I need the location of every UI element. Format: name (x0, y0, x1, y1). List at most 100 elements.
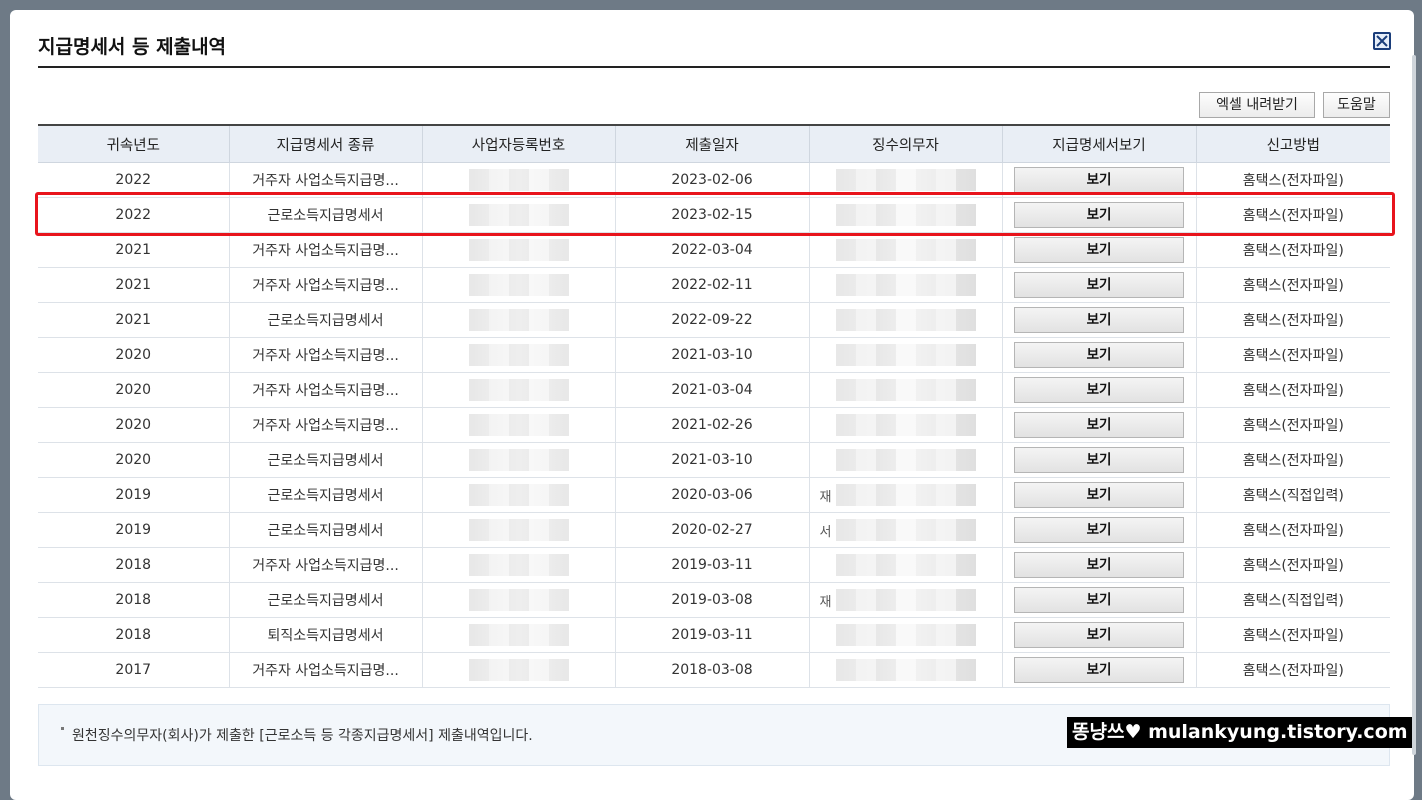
cell-payer (808, 267, 1002, 303)
cell-date: 2021-02-26 (614, 407, 809, 443)
cell-view: 보기 (1001, 302, 1196, 338)
redacted-payer (835, 239, 976, 261)
cell-biz-no (421, 267, 615, 303)
header-payer[interactable]: 징수의무자 (808, 124, 1002, 163)
cell-year: 2020 (38, 372, 229, 408)
view-button[interactable]: 보기 (1014, 307, 1184, 333)
redacted-biz-no (468, 589, 569, 611)
cell-year: 2018 (38, 617, 229, 653)
cell-year: 2021 (38, 232, 229, 268)
cell-year: 2019 (38, 512, 229, 548)
cell-payer: 재 (808, 477, 1002, 513)
cell-biz-no (421, 512, 615, 548)
cell-year: 2017 (38, 652, 229, 688)
cell-view: 보기 (1001, 582, 1196, 618)
view-button[interactable]: 보기 (1014, 657, 1184, 683)
view-button[interactable]: 보기 (1014, 237, 1184, 263)
redacted-payer (835, 554, 976, 576)
cell-payer (808, 442, 1002, 478)
cell-kind: 거주자 사업소득지급명... (228, 547, 422, 583)
redacted-payer (835, 484, 976, 506)
view-button[interactable]: 보기 (1014, 377, 1184, 403)
cell-year: 2020 (38, 407, 229, 443)
cell-view: 보기 (1001, 547, 1196, 583)
view-button[interactable]: 보기 (1014, 447, 1184, 473)
submission-table: 귀속년도 지급명세서 종류 사업자등록번호 제출일자 징수의무자 지급명세서보기… (38, 124, 1390, 688)
cell-date: 2022-09-22 (614, 302, 809, 338)
cell-view: 보기 (1001, 197, 1196, 233)
view-button[interactable]: 보기 (1014, 272, 1184, 298)
cell-year: 2020 (38, 337, 229, 373)
cell-method: 홈택스(전자파일) (1195, 512, 1390, 548)
close-icon[interactable] (1373, 32, 1391, 50)
view-button[interactable]: 보기 (1014, 587, 1184, 613)
redacted-biz-no (468, 624, 569, 646)
help-button[interactable]: 도움말 (1323, 92, 1390, 118)
table-row: 2022 거주자 사업소득지급명... 2023-02-06 보기 홈택스(전자파일) (38, 162, 1390, 198)
cell-view: 보기 (1001, 232, 1196, 268)
cell-kind: 근로소득지급명세서 (228, 302, 422, 338)
cell-biz-no (421, 582, 615, 618)
cell-date: 2022-03-04 (614, 232, 809, 268)
excel-download-button[interactable]: 엑셀 내려받기 (1199, 92, 1315, 118)
header-kind[interactable]: 지급명세서 종류 (228, 124, 422, 163)
cell-date: 2022-02-11 (614, 267, 809, 303)
cell-date: 2021-03-10 (614, 442, 809, 478)
view-button[interactable]: 보기 (1014, 552, 1184, 578)
redacted-payer (835, 449, 976, 471)
cell-method: 홈택스(직접입력) (1195, 477, 1390, 513)
cell-kind: 퇴직소득지급명세서 (228, 617, 422, 653)
view-button[interactable]: 보기 (1014, 342, 1184, 368)
cell-payer (808, 652, 1002, 688)
cell-biz-no (421, 337, 615, 373)
cell-date: 2023-02-15 (614, 197, 809, 233)
table-row: 2021 거주자 사업소득지급명... 2022-02-11 보기 홈택스(전자파일) (38, 267, 1390, 303)
cell-method: 홈택스(전자파일) (1195, 302, 1390, 338)
cell-date: 2019-03-11 (614, 547, 809, 583)
cell-method: 홈택스(전자파일) (1195, 442, 1390, 478)
bullet-icon (61, 727, 64, 730)
cell-kind: 거주자 사업소득지급명... (228, 652, 422, 688)
cell-year: 2022 (38, 197, 229, 233)
cell-kind: 거주자 사업소득지급명... (228, 162, 422, 198)
payer-prefix: 재 (819, 595, 832, 610)
cell-method: 홈택스(전자파일) (1195, 617, 1390, 653)
view-button[interactable]: 보기 (1014, 412, 1184, 438)
header-method[interactable]: 신고방법 (1195, 124, 1390, 163)
table-row: 2018 퇴직소득지급명세서 2019-03-11 보기 홈택스(전자파일) (38, 617, 1390, 653)
redacted-payer (835, 414, 976, 436)
payer-prefix: 재 (819, 490, 832, 505)
table-row: 2020 근로소득지급명세서 2021-03-10 보기 홈택스(전자파일) (38, 442, 1390, 478)
redacted-biz-no (468, 344, 569, 366)
cell-date: 2019-03-08 (614, 582, 809, 618)
cell-biz-no (421, 617, 615, 653)
cell-payer (808, 407, 1002, 443)
header-year[interactable]: 귀속년도 (38, 124, 229, 163)
view-button[interactable]: 보기 (1014, 517, 1184, 543)
cell-date: 2021-03-04 (614, 372, 809, 408)
header-biz-no[interactable]: 사업자등록번호 (421, 124, 615, 163)
cell-kind: 근로소득지급명세서 (228, 442, 422, 478)
cell-payer: 재 (808, 582, 1002, 618)
redacted-biz-no (468, 449, 569, 471)
cell-view: 보기 (1001, 652, 1196, 688)
cell-payer (808, 337, 1002, 373)
cell-kind: 근로소득지급명세서 (228, 197, 422, 233)
view-button[interactable]: 보기 (1014, 202, 1184, 228)
cell-method: 홈택스(직접입력) (1195, 582, 1390, 618)
cell-biz-no (421, 477, 615, 513)
cell-date: 2018-03-08 (614, 652, 809, 688)
scrollbar[interactable] (1412, 55, 1416, 755)
cell-view: 보기 (1001, 512, 1196, 548)
watermark: 똥냥쓰♥ mulankyung.tistory.com (1067, 717, 1413, 748)
cell-payer (808, 617, 1002, 653)
cell-payer (808, 162, 1002, 198)
header-date[interactable]: 제출일자 (614, 124, 809, 163)
cell-payer: 서 (808, 512, 1002, 548)
view-button[interactable]: 보기 (1014, 622, 1184, 648)
view-button[interactable]: 보기 (1014, 167, 1184, 193)
cell-payer (808, 197, 1002, 233)
table-row: 2018 근로소득지급명세서 2019-03-08 재 보기 홈택스(직접입력) (38, 582, 1390, 618)
cell-biz-no (421, 652, 615, 688)
view-button[interactable]: 보기 (1014, 482, 1184, 508)
